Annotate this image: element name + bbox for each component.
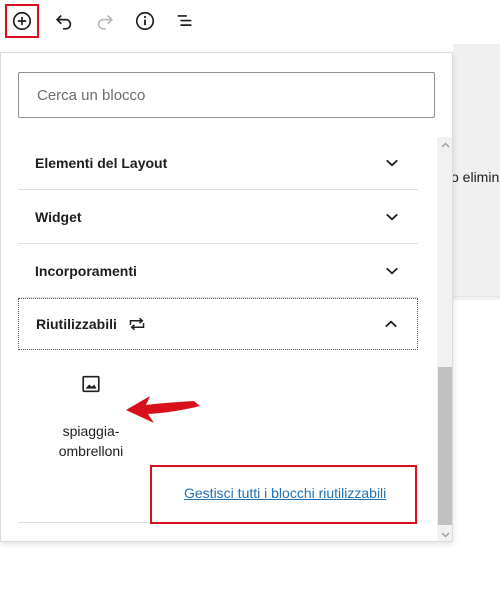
annotation-highlight-box <box>150 465 417 524</box>
list-view-icon <box>177 15 192 26</box>
undo-button[interactable] <box>47 4 81 38</box>
panel-widget[interactable]: Widget <box>18 190 418 244</box>
chevron-down-icon <box>386 159 398 166</box>
info-icon <box>135 11 155 31</box>
block-icon-wrap <box>51 373 131 395</box>
search-input[interactable] <box>19 73 434 117</box>
redo-button[interactable] <box>88 4 122 38</box>
block-label: spiaggia-ombrelloni <box>58 423 124 459</box>
panel-title: Incorporamenti <box>35 262 137 279</box>
details-button[interactable] <box>128 4 162 38</box>
plus-circle-icon <box>12 11 32 31</box>
panel-embeds[interactable]: Incorporamenti <box>18 244 418 298</box>
image-icon <box>82 375 100 393</box>
editor-divider <box>453 296 500 297</box>
search-field[interactable] <box>18 72 435 118</box>
panel-layout-elements[interactable]: Elementi del Layout <box>18 136 418 190</box>
chevron-down-icon <box>386 213 398 220</box>
reusable-block-icon <box>129 317 145 331</box>
chevron-down-icon <box>386 267 398 274</box>
reusable-block-item[interactable]: spiaggia-ombrelloni <box>51 373 131 461</box>
panel-reusable[interactable]: Riutilizzabili <box>18 298 418 350</box>
panel-title-group: Riutilizzabili <box>36 315 147 333</box>
scrollbar[interactable] <box>437 137 452 541</box>
panel-title: Elementi del Layout <box>35 154 168 171</box>
scroll-up-button[interactable] <box>437 137 452 153</box>
list-view-button[interactable] <box>168 4 202 38</box>
redo-icon <box>97 14 114 30</box>
chevron-up-icon <box>385 320 397 328</box>
editor-toolbar <box>0 0 500 44</box>
panel-title: Widget <box>35 208 82 225</box>
add-block-button[interactable] <box>5 4 39 38</box>
annotation-arrow-icon <box>126 396 200 423</box>
undo-icon <box>55 14 72 30</box>
panel-title: Riutilizzabili <box>36 316 117 332</box>
editor-partial-text: o elimin <box>451 169 500 185</box>
scroll-thumb[interactable] <box>438 367 452 525</box>
chevron-down-icon <box>441 532 450 538</box>
scroll-down-button[interactable] <box>437 527 452 541</box>
chevron-up-icon <box>441 142 450 148</box>
